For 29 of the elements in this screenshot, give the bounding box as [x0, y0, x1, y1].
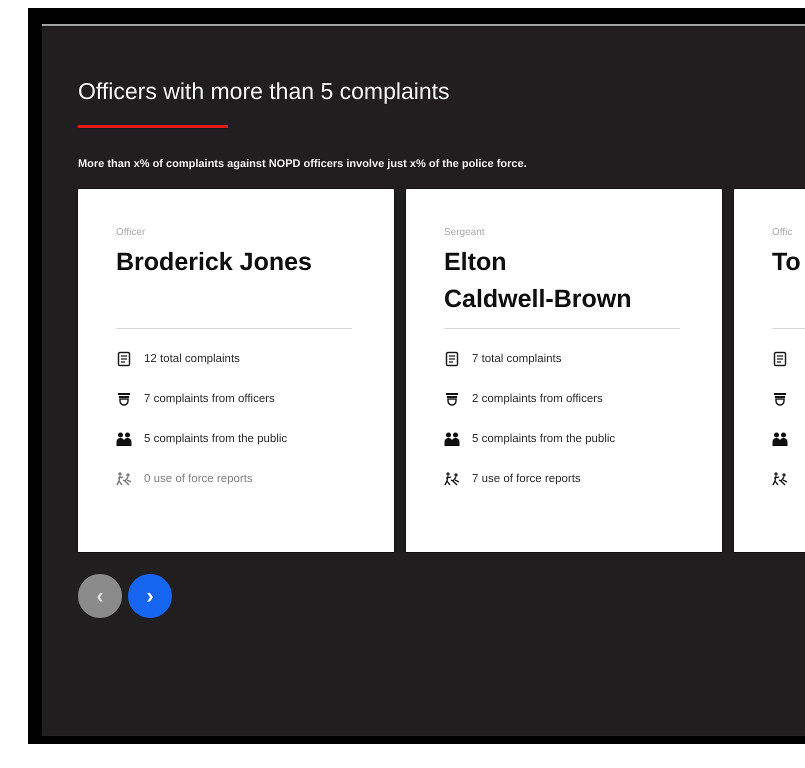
officer-rank: Sergeant	[444, 227, 486, 238]
document-icon	[772, 351, 788, 367]
people-icon	[444, 431, 460, 447]
stat-text: 2 complaints from officers	[472, 393, 603, 405]
document-icon	[116, 351, 132, 367]
officer-name: Elton Caldwell-Brown	[444, 247, 633, 315]
officer-name: Broderick Jones	[116, 247, 313, 278]
officer-icon	[116, 391, 132, 407]
stat-text: 5 complaints from the public	[144, 433, 288, 445]
next-button[interactable]: ›	[128, 574, 172, 618]
section-title: Officers with more than 5 complaints	[78, 78, 451, 105]
officer-rank: Offic	[772, 227, 794, 238]
stat-text: 7 complaints from officers	[144, 393, 275, 405]
officer-rank: Officer	[116, 227, 146, 238]
officer-name: To	[772, 247, 802, 278]
struggle-icon	[772, 471, 788, 487]
struggle-icon	[116, 471, 132, 487]
section-description: More than x% of complaints against NOPD officers involve just x% of the police force.	[78, 157, 528, 172]
document-icon	[444, 351, 460, 367]
people-icon	[772, 431, 788, 447]
officer-icon	[772, 391, 788, 407]
struggle-icon	[444, 471, 460, 487]
people-icon	[116, 431, 132, 447]
stat-text: 12 total complaints	[144, 353, 240, 365]
officer-icon	[444, 391, 460, 407]
stat-text: 7 use of force reports	[472, 473, 581, 485]
stat-text: 7 total complaints	[472, 353, 562, 365]
stat-text: 5 complaints from the public	[472, 433, 616, 445]
stat-text: 0 use of force reports	[144, 473, 253, 485]
